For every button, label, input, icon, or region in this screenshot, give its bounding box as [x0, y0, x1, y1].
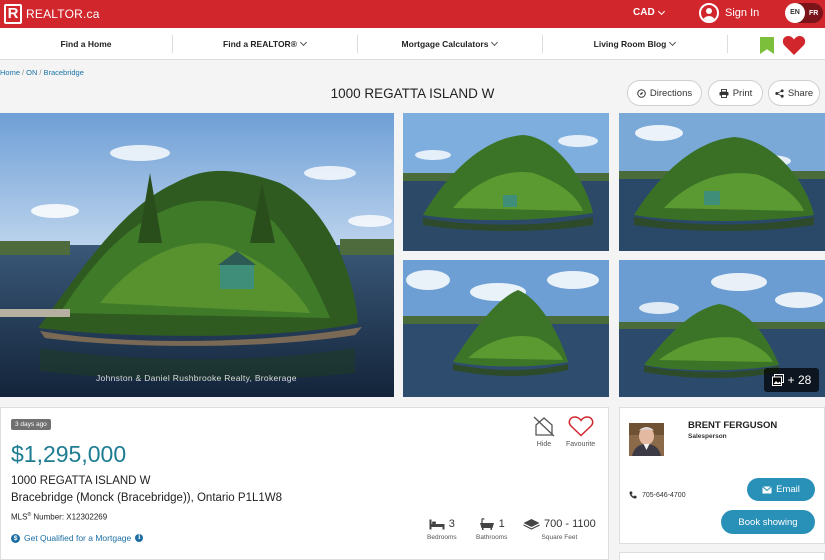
- user-icon: [699, 3, 719, 23]
- chevron-down-icon: [299, 38, 308, 47]
- currency-label: CAD: [633, 7, 655, 18]
- print-label: Print: [732, 87, 753, 99]
- island-photo: [403, 113, 609, 251]
- phone-icon: [629, 491, 637, 499]
- dollar-icon: $: [11, 533, 20, 543]
- agent-title: Salesperson: [688, 433, 727, 440]
- nav-mortgage-calculators[interactable]: Mortgage Calculators: [357, 28, 542, 60]
- chevron-down-icon: [669, 38, 677, 47]
- bathrooms-label: Bathrooms: [476, 534, 508, 541]
- qualify-label: Get Qualified for a Mortgage: [24, 533, 132, 543]
- email-label: Email: [776, 484, 800, 495]
- listing-price: $1,295,000: [11, 441, 127, 467]
- gallery-photo-3[interactable]: [403, 260, 609, 397]
- secondary-card: [619, 552, 825, 560]
- info-icon[interactable]: i: [135, 534, 144, 542]
- nav-label: Living Room Blog: [593, 39, 667, 49]
- island-photo: [0, 113, 394, 397]
- nav-divider: [727, 35, 728, 53]
- bedrooms-value: 3: [448, 518, 455, 530]
- nav-find-a-realtor[interactable]: Find a REALTOR®: [172, 28, 357, 60]
- breadcrumb-city[interactable]: Bracebridge: [43, 68, 83, 77]
- logo-text: REALTOR.ca: [26, 7, 100, 21]
- bedrooms-stat: 3 Bedrooms: [427, 517, 457, 541]
- nav-find-a-home[interactable]: Find a Home: [0, 28, 172, 60]
- envelope-icon: [762, 485, 772, 493]
- island-photo: [619, 113, 825, 251]
- share-button[interactable]: Share: [768, 80, 820, 106]
- address-line-2: Bracebridge (Monck (Bracebridge)), Ontar…: [11, 492, 283, 504]
- main-photo[interactable]: Johnston & Daniel Rushbrooke Realty, Bro…: [0, 113, 394, 397]
- square-feet-value: 700 - 1100: [544, 518, 596, 530]
- mls-label: MLS: [11, 512, 28, 522]
- email-agent-button[interactable]: Email: [747, 478, 815, 501]
- days-on-market-badge: 3 days ago: [11, 419, 51, 430]
- currency-selector[interactable]: CAD: [633, 7, 665, 18]
- breadcrumb-home[interactable]: Home: [0, 68, 20, 77]
- share-icon: [775, 88, 784, 98]
- sign-in-label: Sign In: [725, 7, 760, 19]
- breadcrumb: Home / ON / Bracebridge: [0, 68, 84, 77]
- address-line-1: 1000 REGATTA ISLAND W: [11, 475, 151, 487]
- bathtub-icon: [479, 518, 494, 530]
- mls-number: MLS® Number: X12302269: [11, 512, 107, 522]
- gallery-photo-2[interactable]: [619, 113, 825, 251]
- area-icon: [523, 519, 540, 530]
- realtor-logo[interactable]: R REALTOR.ca: [4, 3, 100, 25]
- more-photos-count: + 28: [787, 373, 812, 387]
- favourite-button[interactable]: Favourite: [566, 415, 595, 448]
- bed-icon: [429, 519, 445, 529]
- photo-watermark: Johnston & Daniel Rushbrooke Realty, Bro…: [96, 373, 297, 383]
- hide-label: Hide: [536, 441, 552, 448]
- language-toggle[interactable]: EN FR: [785, 3, 823, 23]
- square-feet-label: Square Feet: [541, 534, 578, 541]
- nav-label: Find a REALTOR®: [223, 39, 297, 49]
- breadcrumb-province[interactable]: ON: [26, 68, 37, 77]
- heart-outline-icon: [568, 416, 593, 437]
- book-showing-label: Book showing: [738, 516, 798, 528]
- top-bar: R REALTOR.ca CAD Sign In EN FR: [0, 0, 825, 28]
- heart-icon[interactable]: [782, 34, 806, 56]
- qualify-mortgage-link[interactable]: $ Get Qualified for a Mortgage i: [11, 533, 144, 543]
- more-photos-button[interactable]: + 28: [764, 368, 819, 392]
- sign-in-button[interactable]: Sign In: [699, 3, 759, 23]
- favourite-label: Favourite: [566, 441, 596, 448]
- chevron-down-icon: [491, 38, 499, 47]
- directions-button[interactable]: Directions: [627, 80, 702, 106]
- print-icon: [719, 88, 729, 98]
- logo-letter: R: [4, 4, 22, 24]
- bedrooms-label: Bedrooms: [427, 534, 457, 541]
- agent-name[interactable]: BRENT FERGUSON: [688, 420, 777, 431]
- photos-icon: [771, 374, 784, 386]
- lang-fr[interactable]: FR: [809, 10, 818, 17]
- chevron-down-icon: [657, 7, 665, 15]
- nav-living-room-blog[interactable]: Living Room Blog: [542, 28, 727, 60]
- island-photo: [403, 260, 609, 397]
- agent-phone-number: 705-646-4700: [642, 491, 686, 499]
- mls-value: Number: X12302269: [31, 512, 108, 522]
- share-label: Share: [787, 87, 814, 99]
- compass-icon: [637, 88, 646, 98]
- agent-photo[interactable]: [629, 423, 664, 456]
- book-showing-button[interactable]: Book showing: [721, 510, 815, 534]
- square-feet-stat: 700 - 1100 Square Feet: [523, 517, 596, 541]
- bathrooms-stat: 1 Bathrooms: [476, 517, 507, 541]
- nav-label: Find a Home: [60, 39, 112, 49]
- agent-portrait: [629, 423, 664, 456]
- hide-button[interactable]: Hide: [533, 415, 555, 448]
- bathrooms-value: 1: [498, 518, 505, 530]
- agent-phone[interactable]: 705-646-4700: [629, 491, 686, 499]
- nav-label: Mortgage Calculators: [401, 39, 489, 49]
- hide-house-icon: [533, 416, 555, 437]
- main-nav: Find a Home Find a REALTOR® Mortgage Cal…: [0, 28, 825, 60]
- gallery-photo-1[interactable]: [403, 113, 609, 251]
- print-button[interactable]: Print: [708, 80, 763, 106]
- lang-en[interactable]: EN: [785, 3, 805, 23]
- directions-label: Directions: [649, 87, 693, 99]
